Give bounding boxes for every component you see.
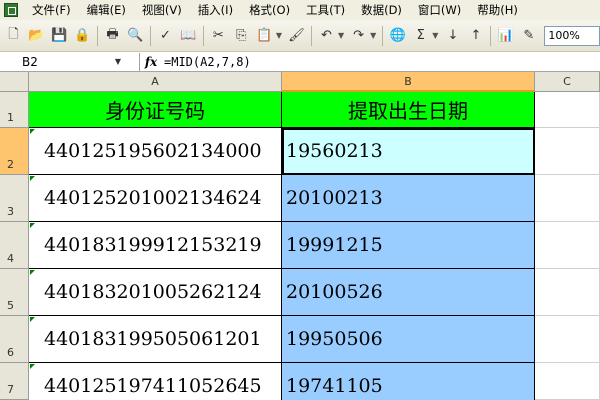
cell-a5[interactable]: 440183201005262124 xyxy=(29,269,282,316)
autosum-icon[interactable]: Σ xyxy=(410,25,431,47)
insert-function-icon[interactable]: fx xyxy=(140,55,162,69)
cell-text: 440183199912153219 xyxy=(44,234,262,256)
cell-c7[interactable] xyxy=(535,363,600,400)
hyperlink-icon[interactable]: 🌐 xyxy=(387,25,408,47)
standard-toolbar: 🗋 📂 💾 🔒 🖶 🔍 ✓ 📖 ✂ ⎘ 📋 ▼ 🖌 ↶ ▼ ↷ ▼ 🌐 Σ ▼ … xyxy=(0,20,600,52)
menu-bar: 文件(F) 编辑(E) 视图(V) 插入(I) 格式(O) 工具(T) 数据(D… xyxy=(0,0,600,20)
sort-descending-icon[interactable]: ↑ xyxy=(465,25,486,47)
cell-text: 440125195602134000 xyxy=(44,140,262,162)
error-indicator-icon xyxy=(30,270,35,275)
menu-view[interactable]: 视图(V) xyxy=(134,0,190,20)
cell-c2[interactable] xyxy=(535,128,600,175)
cell-c5[interactable] xyxy=(535,269,600,316)
toolbar-separator xyxy=(97,25,98,46)
save-icon[interactable]: 💾 xyxy=(49,25,70,47)
cell-b2[interactable]: 19560213 xyxy=(282,128,535,175)
cell-a7[interactable]: 440125197411052645 xyxy=(29,363,282,400)
cell-b7[interactable]: 19741105 xyxy=(282,363,535,400)
menu-file[interactable]: 文件(F) xyxy=(24,0,79,20)
paste-icon[interactable]: 📋 xyxy=(254,25,275,47)
row-header[interactable]: 3 xyxy=(0,175,29,222)
redo-icon[interactable]: ↷ xyxy=(348,25,369,47)
menu-tools[interactable]: 工具(T) xyxy=(298,0,353,20)
sort-ascending-icon[interactable]: ↓ xyxy=(442,25,463,47)
cell-a6[interactable]: 440183199505061201 xyxy=(29,316,282,363)
error-indicator-icon xyxy=(30,176,35,181)
column-header-c[interactable]: C xyxy=(535,72,600,92)
paste-dropdown-icon[interactable]: ▼ xyxy=(276,31,282,40)
row-header[interactable]: 4 xyxy=(0,222,29,269)
research-icon[interactable]: 📖 xyxy=(178,25,199,47)
row-header[interactable]: 7 xyxy=(0,363,29,400)
undo-dropdown-icon[interactable]: ▼ xyxy=(338,31,344,40)
error-indicator-icon xyxy=(30,223,35,228)
cell-a3[interactable]: 440125201002134624 xyxy=(29,175,282,222)
column-header-a[interactable]: A xyxy=(29,72,282,92)
menu-data[interactable]: 数据(D) xyxy=(353,0,410,20)
cell-text: 440125197411052645 xyxy=(44,375,262,397)
formula-input[interactable]: =MID(A2,7,8) xyxy=(162,55,251,69)
cell-b4[interactable]: 19991215 xyxy=(282,222,535,269)
format-painter-icon[interactable]: 🖌 xyxy=(286,25,307,47)
cell-c3[interactable] xyxy=(535,175,600,222)
cell-text: 440183201005262124 xyxy=(44,281,262,303)
open-folder-icon[interactable]: 📂 xyxy=(26,25,47,47)
column-header-b[interactable]: B xyxy=(282,72,535,92)
cell-text: 440125201002134624 xyxy=(44,187,262,209)
cut-icon[interactable]: ✂ xyxy=(208,25,229,47)
cell-c4[interactable] xyxy=(535,222,600,269)
row-header[interactable]: 1 xyxy=(0,92,29,128)
error-indicator-icon xyxy=(30,364,35,369)
cell-b6[interactable]: 19950506 xyxy=(282,316,535,363)
undo-icon[interactable]: ↶ xyxy=(316,25,337,47)
chart-wizard-icon[interactable]: 📊 xyxy=(495,25,516,47)
menu-window[interactable]: 窗口(W) xyxy=(410,0,469,20)
permission-icon[interactable]: 🔒 xyxy=(72,25,93,47)
cell-b1[interactable]: 提取出生日期 xyxy=(282,92,535,128)
row-header[interactable]: 6 xyxy=(0,316,29,363)
cell-b3[interactable]: 20100213 xyxy=(282,175,535,222)
menu-edit[interactable]: 编辑(E) xyxy=(79,0,134,20)
cell-b5[interactable]: 20100526 xyxy=(282,269,535,316)
cell-a4[interactable]: 440183199912153219 xyxy=(29,222,282,269)
cell-a2[interactable]: 440125195602134000 xyxy=(29,128,282,175)
toolbar-separator xyxy=(490,25,492,46)
name-box-value: B2 xyxy=(22,54,38,69)
name-box[interactable]: B2 ▼ xyxy=(0,52,140,71)
excel-app-icon[interactable] xyxy=(4,3,18,17)
autosum-dropdown-icon[interactable]: ▼ xyxy=(432,31,438,40)
menu-format[interactable]: 格式(O) xyxy=(241,0,298,20)
select-all-corner[interactable] xyxy=(0,72,29,92)
toolbar-separator xyxy=(311,25,312,46)
print-icon[interactable]: 🖶 xyxy=(102,25,123,47)
cell-c1[interactable] xyxy=(535,92,600,128)
menu-insert[interactable]: 插入(I) xyxy=(190,0,241,20)
error-indicator-icon xyxy=(30,129,35,134)
new-file-icon[interactable]: 🗋 xyxy=(3,25,24,47)
copy-icon[interactable]: ⎘ xyxy=(231,25,252,47)
row-header[interactable]: 2 xyxy=(0,128,29,175)
cell-a1[interactable]: 身份证号码 xyxy=(29,92,282,128)
formula-bar: B2 ▼ fx =MID(A2,7,8) xyxy=(0,52,600,72)
cell-text: 440183199505061201 xyxy=(44,328,262,350)
toolbar-separator xyxy=(202,25,204,46)
zoom-input[interactable]: 100% xyxy=(544,25,600,46)
error-indicator-icon xyxy=(30,317,35,322)
drawing-icon[interactable]: ✎ xyxy=(518,25,539,47)
print-preview-icon[interactable]: 🔍 xyxy=(125,25,146,47)
row-header[interactable]: 5 xyxy=(0,269,29,316)
redo-dropdown-icon[interactable]: ▼ xyxy=(370,31,376,40)
menu-help[interactable]: 帮助(H) xyxy=(469,0,526,20)
cell-c6[interactable] xyxy=(535,316,600,363)
spelling-icon[interactable]: ✓ xyxy=(155,25,176,47)
chevron-down-icon[interactable]: ▼ xyxy=(115,57,121,66)
toolbar-separator xyxy=(382,25,384,46)
toolbar-separator xyxy=(149,25,151,46)
